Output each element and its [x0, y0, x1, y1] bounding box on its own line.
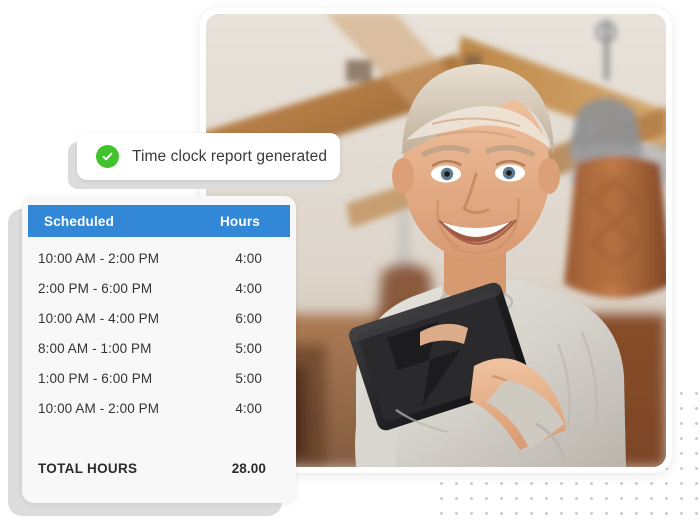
toast-message: Time clock report generated — [132, 147, 328, 165]
cell-hours: 4:00 — [235, 400, 262, 416]
cell-hours: 4:00 — [235, 280, 262, 296]
schedule-card-body: Scheduled Hours 10:00 AM - 2:00 PM 4:00 … — [22, 196, 296, 503]
cell-scheduled: 8:00 AM - 1:00 PM — [38, 340, 152, 356]
column-header-scheduled: Scheduled — [44, 213, 115, 229]
table-header-row: Scheduled Hours — [28, 205, 290, 237]
table-row[interactable]: 10:00 AM - 4:00 PM 6:00 — [22, 303, 296, 333]
cell-hours: 4:00 — [235, 250, 262, 266]
total-hours-value: 28.00 — [231, 460, 266, 476]
cell-hours: 5:00 — [235, 340, 262, 356]
cell-scheduled: 10:00 AM - 4:00 PM — [38, 310, 160, 326]
check-circle-icon — [96, 145, 119, 168]
screenshot-stage: Time clock report generated Scheduled Ho… — [0, 0, 700, 523]
column-header-hours: Hours — [219, 213, 260, 229]
total-hours-row: TOTAL HOURS 28.00 — [22, 453, 296, 483]
table-row[interactable]: 10:00 AM - 2:00 PM 4:00 — [22, 393, 296, 423]
cell-hours: 5:00 — [235, 370, 262, 386]
cell-scheduled: 10:00 AM - 2:00 PM — [38, 250, 160, 266]
cell-hours: 6:00 — [235, 310, 262, 326]
table-body: 10:00 AM - 2:00 PM 4:00 2:00 PM - 6:00 P… — [22, 237, 296, 423]
cell-scheduled: 1:00 PM - 6:00 PM — [38, 370, 153, 386]
cell-scheduled: 10:00 AM - 2:00 PM — [38, 400, 160, 416]
toast-body[interactable]: Time clock report generated — [77, 133, 340, 180]
table-row[interactable]: 8:00 AM - 1:00 PM 5:00 — [22, 333, 296, 363]
schedule-card: Scheduled Hours 10:00 AM - 2:00 PM 4:00 … — [8, 196, 296, 516]
total-hours-label: TOTAL HOURS — [38, 460, 138, 476]
table-row[interactable]: 10:00 AM - 2:00 PM 4:00 — [22, 243, 296, 273]
cell-scheduled: 2:00 PM - 6:00 PM — [38, 280, 153, 296]
table-row[interactable]: 1:00 PM - 6:00 PM 5:00 — [22, 363, 296, 393]
table-row[interactable]: 2:00 PM - 6:00 PM 4:00 — [22, 273, 296, 303]
notification-toast: Time clock report generated — [68, 133, 340, 189]
